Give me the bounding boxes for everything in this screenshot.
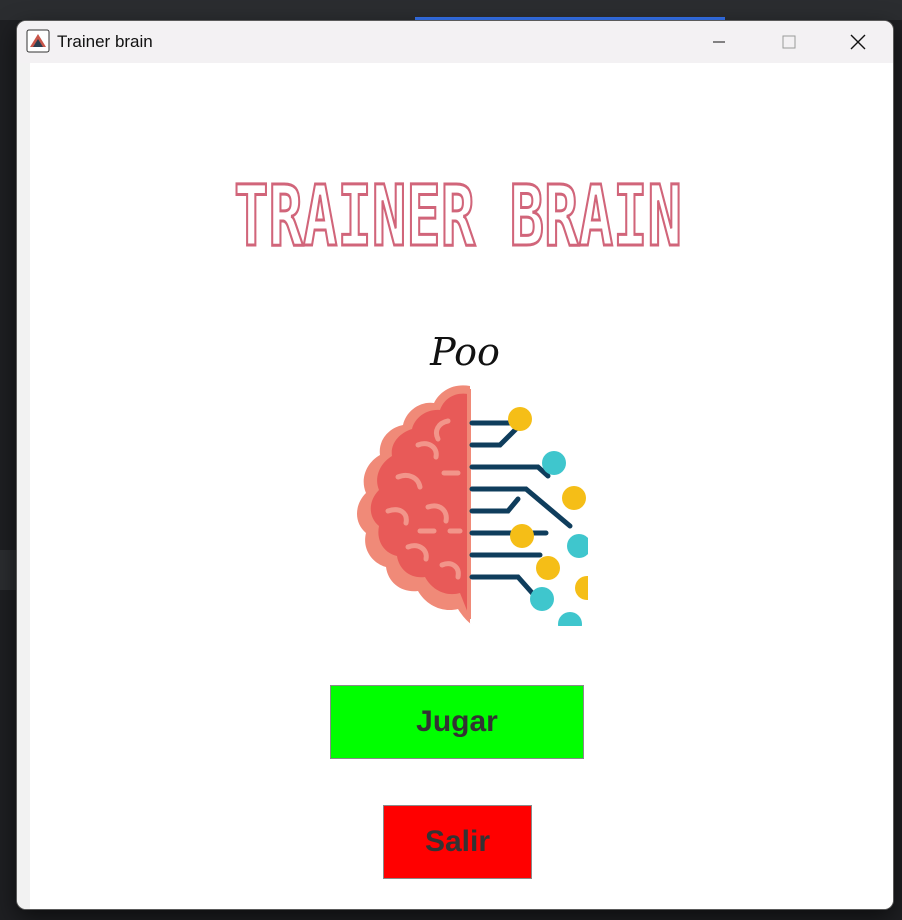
close-icon xyxy=(850,34,866,50)
logo-title-text: TRAINER BRAIN xyxy=(234,167,682,265)
java-app-icon xyxy=(26,29,50,53)
maximize-button[interactable] xyxy=(754,21,824,63)
minimize-button[interactable] xyxy=(684,21,754,63)
window-left-strip xyxy=(17,63,30,909)
brain-circuit-icon xyxy=(357,385,588,626)
exit-button[interactable]: Salir xyxy=(383,805,532,879)
logo-title: TRAINER BRAIN xyxy=(233,166,684,267)
maximize-icon xyxy=(782,35,796,49)
minimize-icon xyxy=(713,41,725,43)
play-button[interactable]: Jugar xyxy=(330,685,584,759)
title-bar[interactable]: Trainer brain xyxy=(17,21,893,63)
logo-subtitle: Poo xyxy=(429,330,500,374)
window-title: Trainer brain xyxy=(57,32,153,51)
logo-subtitle-text: Poo xyxy=(429,330,500,374)
close-button[interactable] xyxy=(823,21,893,63)
app-window: Trainer brain TRAINER BRAIN Poo Jugar Sa… xyxy=(17,21,893,909)
main-panel: TRAINER BRAIN Poo Jugar Salir xyxy=(30,63,893,909)
